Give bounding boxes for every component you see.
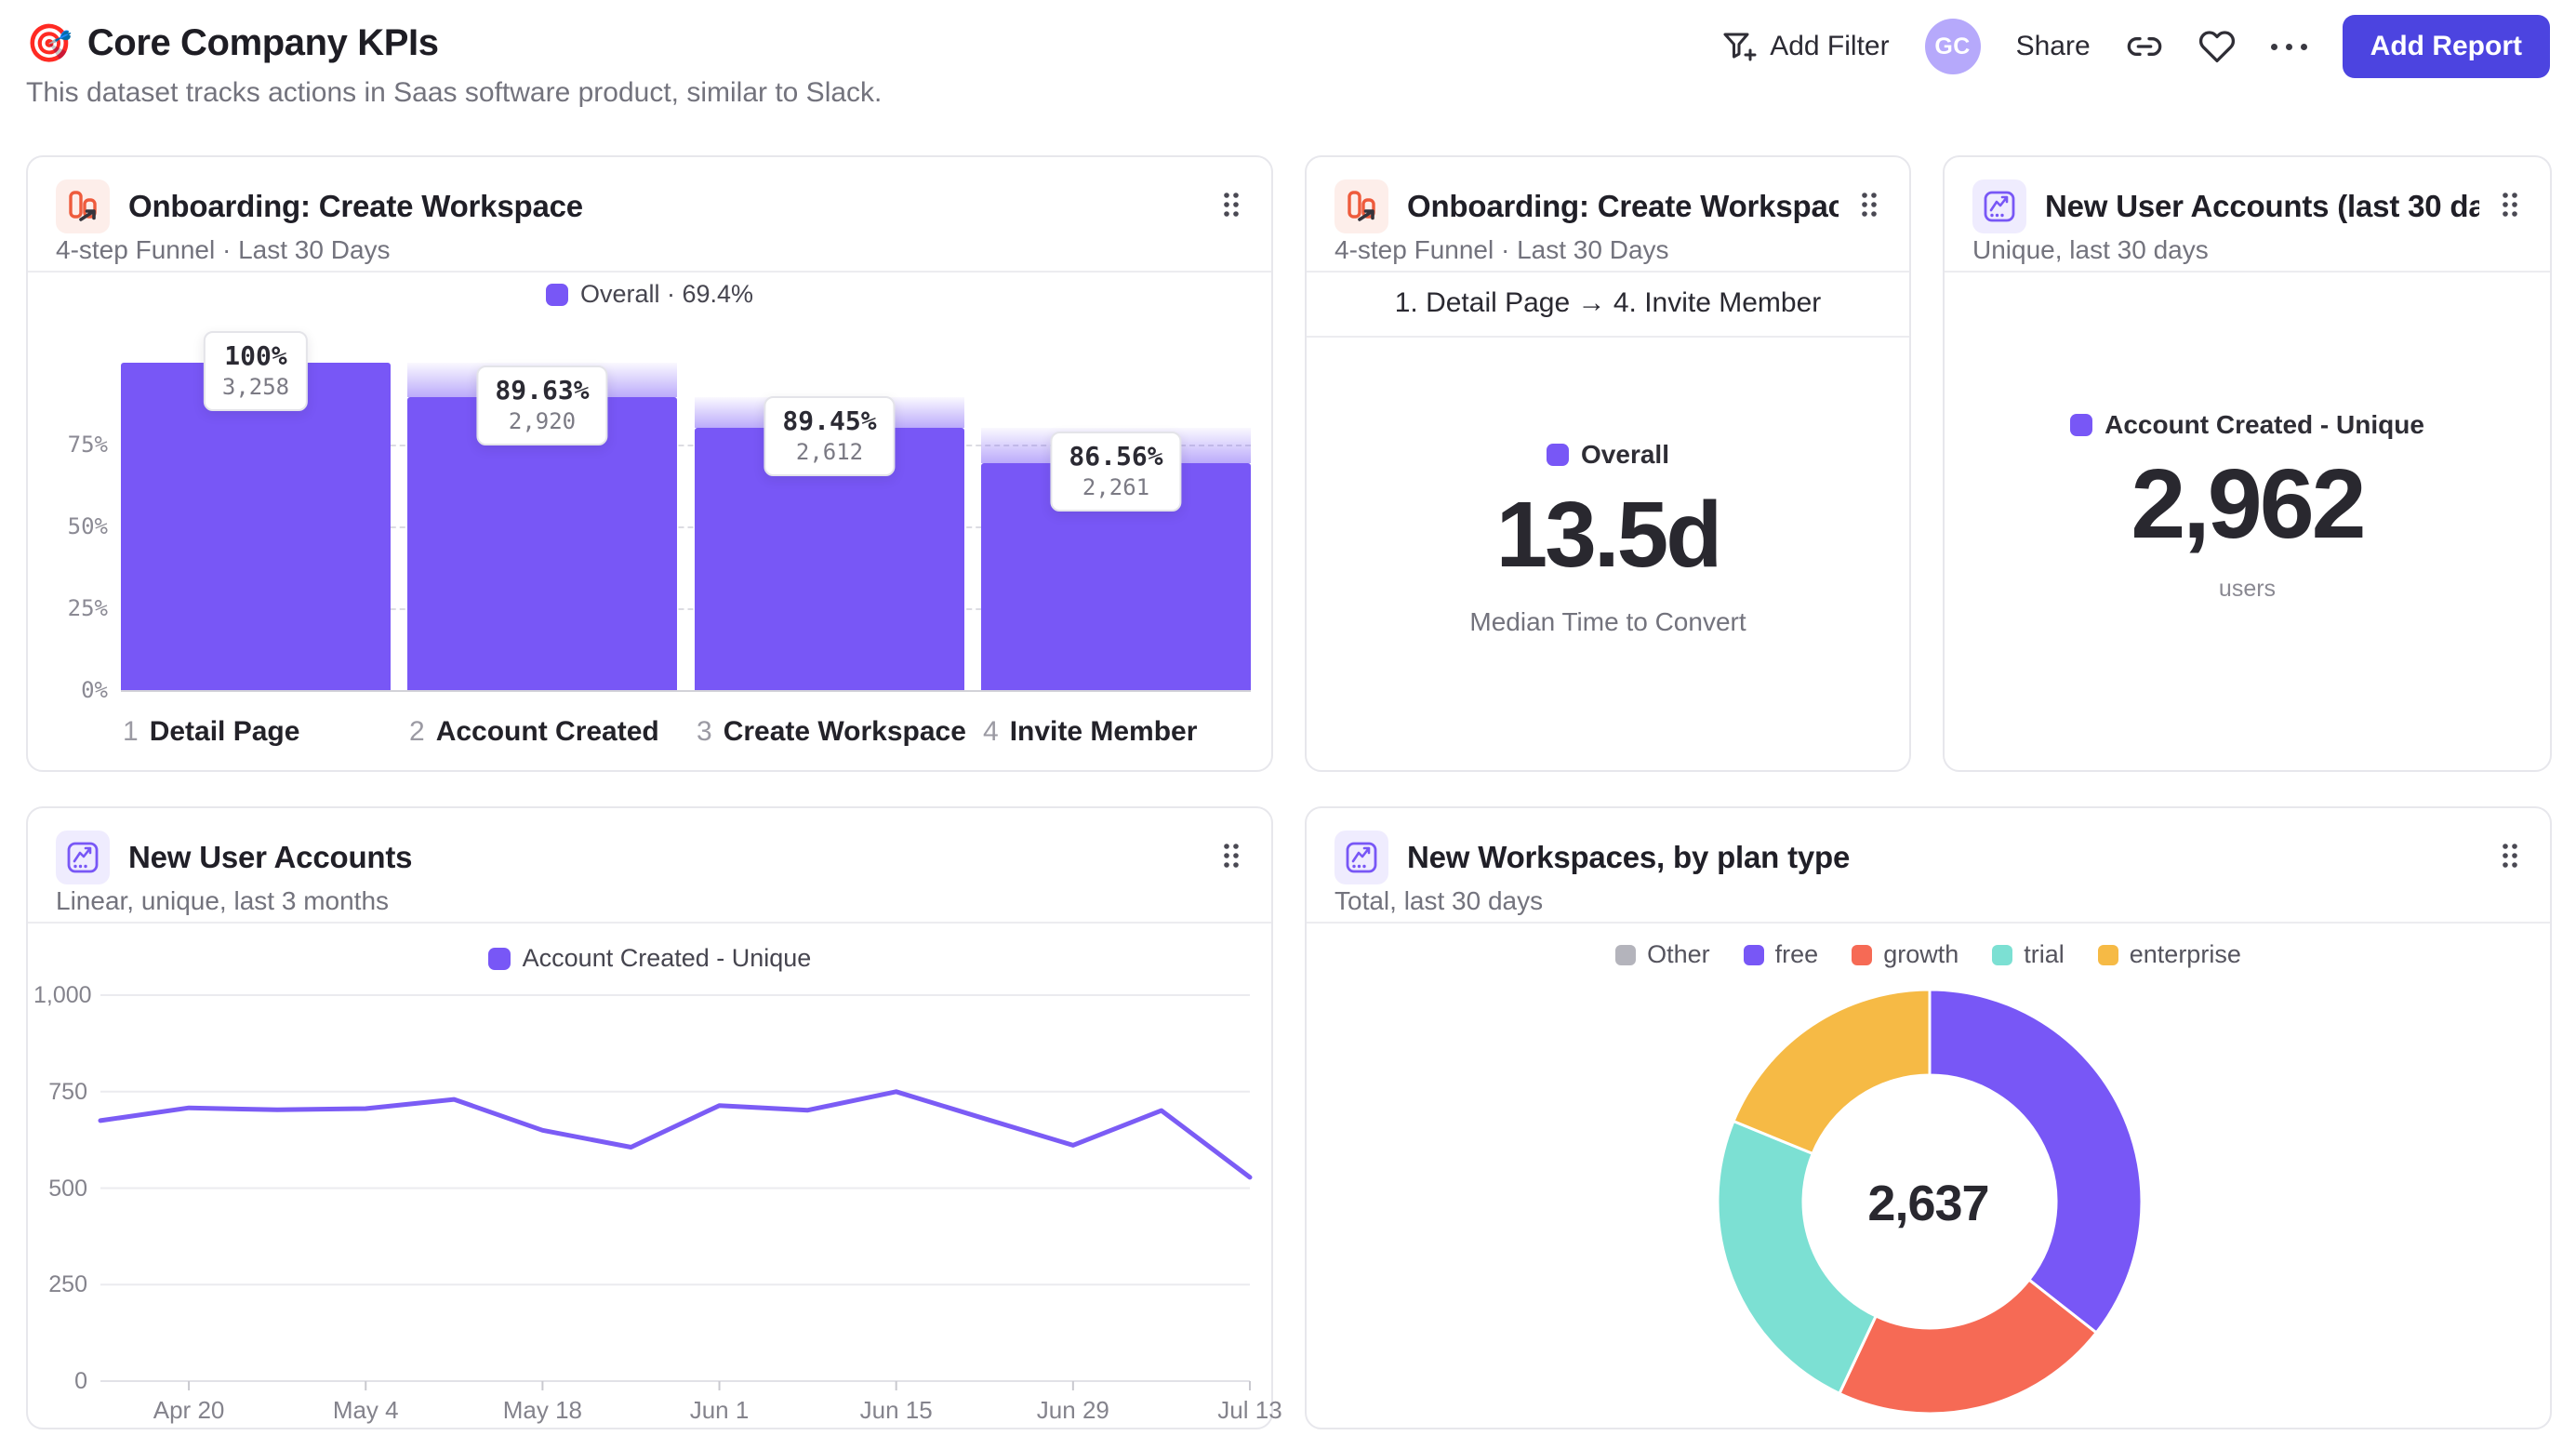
funnel-step-label: 2 Account Created — [409, 716, 659, 747]
y-axis-tick-label: 0% — [81, 677, 108, 703]
add-filter-button[interactable]: Add Filter — [1720, 27, 1890, 66]
link-icon[interactable] — [2126, 28, 2163, 65]
metric-value: 13.5d — [1495, 483, 1723, 587]
x-axis-tick-label: May 18 — [502, 1396, 583, 1424]
card-subtitle: 4-step Funnel · Last 30 Days — [56, 235, 391, 264]
metric-label: Median Time to Convert — [1469, 607, 1746, 636]
y-axis-tick-label: 0 — [74, 1368, 87, 1394]
share-button[interactable]: Share — [2016, 31, 2091, 62]
funnel-value-tooltip: 89.63% 2,920 — [476, 366, 608, 445]
funnel-bar-detail-page[interactable] — [121, 363, 391, 690]
card-new-user-accounts-trend: New User Accounts Linear, unique, last 3… — [26, 806, 1282, 1431]
card-workspaces-by-plan: New Workspaces, by plan type Total, last… — [1305, 806, 2552, 1429]
more-menu-icon[interactable] — [2270, 43, 2307, 50]
funnel-chart-icon — [56, 179, 110, 233]
legend-label: Account Created - Unique — [2105, 410, 2424, 439]
y-axis-tick-label: 25% — [67, 595, 108, 621]
legend-swatch — [2070, 414, 2093, 436]
legend-swatch — [1547, 444, 1570, 466]
y-axis-tick-label: 75% — [67, 432, 108, 458]
funnel-step-label: 3 Create Workspace — [697, 716, 966, 747]
line-series-account-created[interactable] — [98, 1089, 1253, 1180]
funnel-value-tooltip: 100% 3,258 — [203, 331, 309, 411]
funnel-value-tooltip: 89.45% 2,612 — [764, 396, 896, 476]
funnel-step-label: 1 Detail Page — [123, 716, 300, 747]
drag-handle-icon[interactable] — [1857, 190, 1881, 224]
x-axis-tick-label: May 4 — [332, 1396, 399, 1424]
metric-legend[interactable]: Account Created - Unique — [2070, 410, 2424, 440]
x-axis-tick-label: Jul 13 — [1217, 1396, 1282, 1424]
card-title: Onboarding: Create Workspace — [128, 189, 583, 223]
funnel-chart-icon — [1334, 179, 1388, 233]
donut-slice-trial[interactable] — [1716, 1120, 1878, 1395]
y-axis-tick-label: 750 — [48, 1078, 87, 1105]
insights-chart-icon — [1972, 179, 2026, 233]
page-title: Core Company KPIs — [86, 22, 439, 63]
x-axis-tick-label: Apr 20 — [153, 1396, 225, 1424]
filter-plus-icon — [1720, 27, 1759, 66]
card-time-to-convert: Onboarding: Create Workspace 4-step Funn… — [1305, 155, 1911, 772]
avatar[interactable]: GC — [1924, 19, 1981, 74]
conversion-count: 2,261 — [1082, 474, 1150, 500]
donut-slice-enterprise[interactable] — [1732, 988, 1932, 1155]
x-axis-tick-label: Jun 15 — [859, 1396, 933, 1424]
page-subtitle: This dataset tracks actions in Saas soft… — [26, 77, 883, 108]
add-report-button[interactable]: Add Report — [2342, 15, 2550, 78]
drag-handle-icon[interactable] — [2498, 190, 2522, 224]
card-subtitle: Unique, last 30 days — [1972, 235, 2209, 264]
y-axis-tick-label: 250 — [48, 1271, 87, 1298]
x-axis-tick-label: Jun 29 — [1036, 1396, 1109, 1424]
y-axis-tick-label: 500 — [48, 1175, 87, 1202]
conversion-count: 2,612 — [795, 439, 864, 465]
conversion-count: 2,920 — [508, 408, 577, 434]
card-title: Onboarding: Create Workspace — [1407, 189, 1839, 223]
funnel-value-tooltip: 86.56% 2,261 — [1050, 432, 1182, 512]
card-new-user-accounts-30d: New User Accounts (last 30 days) Unique,… — [1943, 155, 2552, 772]
conversion-count: 3,258 — [221, 374, 290, 400]
metric-value: 2,962 — [2131, 449, 2366, 559]
y-axis-tick-label: 50% — [67, 513, 108, 539]
y-axis-tick-label: 1,000 — [33, 982, 92, 1008]
conversion-percent: 86.56% — [1069, 441, 1163, 472]
legend-label: Overall — [1581, 440, 1669, 469]
funnel-step-label: 4 Invite Member — [983, 716, 1198, 747]
drag-handle-icon[interactable] — [1219, 190, 1243, 224]
card-subtitle: 4-step Funnel · Last 30 Days — [1334, 235, 1669, 264]
conversion-percent: 89.63% — [495, 375, 590, 405]
board-emoji-icon: 🎯 — [26, 22, 73, 64]
conversion-percent: 89.45% — [782, 405, 877, 436]
legend-label: Overall · 69.4% — [579, 280, 754, 308]
funnel-step-range: 1. Detail Page → 4. Invite Member — [1307, 271, 1909, 338]
conversion-percent: 100% — [224, 340, 287, 371]
metric-legend[interactable]: Overall — [1547, 440, 1669, 470]
donut-slice-free[interactable] — [1928, 988, 2144, 1335]
donut-chart — [1716, 988, 2144, 1416]
favorite-heart-icon[interactable] — [2198, 28, 2236, 65]
card-onboarding-funnel: Onboarding: Create Workspace 4-step Funn… — [26, 155, 1273, 772]
header-actions: Add Filter GC Share Add Report — [1720, 15, 2550, 78]
line-chart[interactable] — [28, 808, 1275, 1431]
metric-label: users — [2218, 576, 2277, 602]
funnel-legend[interactable]: Overall · 69.4% — [28, 280, 1271, 309]
card-title: New User Accounts (last 30 days) — [2045, 189, 2479, 223]
x-axis-tick-label: Jun 1 — [689, 1396, 750, 1424]
x-axis-baseline — [121, 690, 1251, 692]
page-header: 🎯 Core Company KPIs This dataset tracks … — [26, 0, 2550, 140]
legend-swatch — [545, 283, 568, 306]
